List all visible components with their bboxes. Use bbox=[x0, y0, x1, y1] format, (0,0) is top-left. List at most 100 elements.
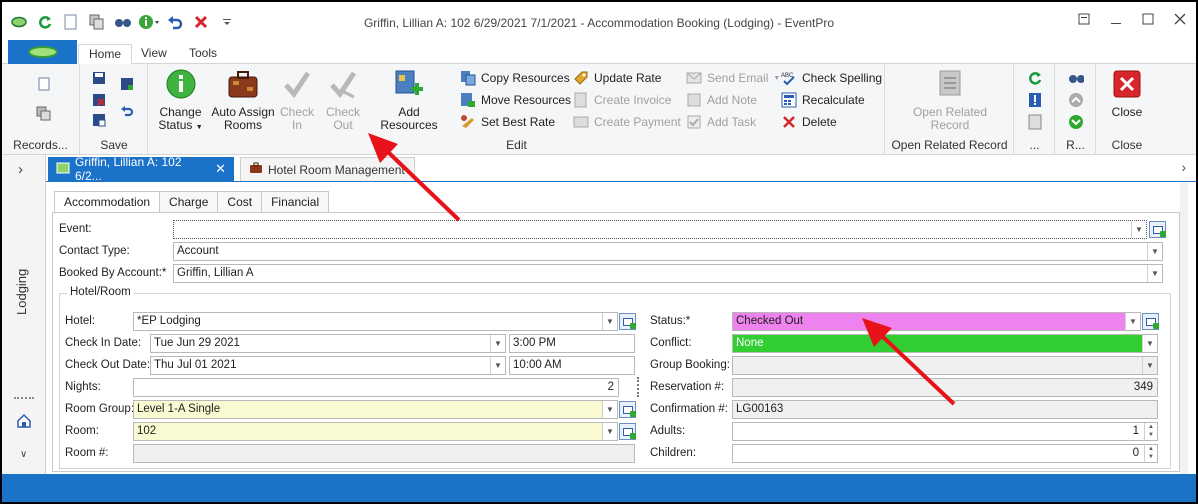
room-select[interactable]: 102 ▼ bbox=[133, 422, 618, 441]
file-menu-button[interactable] bbox=[8, 40, 77, 64]
expand-sidebar-chevron-icon[interactable]: › bbox=[18, 161, 23, 178]
add-resources-button[interactable]: Add Resources bbox=[371, 68, 447, 132]
check-out-button[interactable]: Check Out bbox=[325, 68, 361, 132]
group-booking-field[interactable]: ▼ bbox=[732, 356, 1158, 375]
delete-button[interactable]: Delete bbox=[781, 114, 837, 130]
check-in-time-field[interactable]: 3:00 PM bbox=[509, 334, 635, 353]
update-rate-button[interactable]: Update Rate bbox=[573, 70, 661, 86]
adults-stepper[interactable]: 1 ▲ ▼ bbox=[732, 422, 1158, 441]
hotel-lookup-icon[interactable] bbox=[619, 313, 636, 330]
event-field[interactable]: ▼ bbox=[173, 220, 1147, 239]
next-record-button[interactable] bbox=[1068, 114, 1084, 130]
auto-assign-line2: Rooms bbox=[223, 118, 262, 132]
add-task-button[interactable]: Add Task bbox=[686, 114, 756, 130]
recalculate-button[interactable]: Recalculate bbox=[781, 92, 865, 108]
set-best-rate-button[interactable]: Set Best Rate bbox=[460, 114, 555, 130]
contact-type-dropdown-icon[interactable]: ▼ bbox=[1147, 243, 1162, 260]
check-in-button[interactable]: Check In bbox=[279, 68, 315, 132]
children-stepper[interactable]: 0 ▲ ▼ bbox=[732, 444, 1158, 463]
close-window-icon[interactable] bbox=[1174, 12, 1186, 29]
subtab-financial[interactable]: Financial bbox=[261, 191, 330, 213]
save-new-button[interactable] bbox=[91, 112, 107, 128]
subtab-charge[interactable]: Charge bbox=[159, 191, 218, 213]
add-note-button[interactable]: Add Note bbox=[686, 92, 757, 108]
check-spelling-button[interactable]: ABC Check Spelling bbox=[781, 70, 882, 86]
vertical-scrollbar[interactable] bbox=[1180, 183, 1188, 474]
room-group-dropdown-icon[interactable]: ▼ bbox=[602, 401, 617, 418]
send-email-button[interactable]: Send Email ▼ bbox=[686, 70, 780, 86]
save-new-icon bbox=[91, 112, 107, 128]
conflict-select[interactable]: None ▼ bbox=[732, 334, 1158, 353]
hotel-dropdown-icon[interactable]: ▼ bbox=[602, 313, 617, 330]
create-invoice-button[interactable]: Create Invoice bbox=[573, 92, 671, 108]
refresh-button[interactable] bbox=[1027, 70, 1043, 86]
children-spin-icon[interactable]: ▲ ▼ bbox=[1144, 445, 1157, 462]
new-record-button[interactable] bbox=[36, 76, 52, 92]
alert-button[interactable] bbox=[1027, 92, 1043, 108]
create-payment-button[interactable]: Create Payment bbox=[573, 114, 681, 130]
close-tab-icon[interactable]: ✕ bbox=[215, 161, 226, 177]
scroll-tabs-chevron-icon[interactable]: › bbox=[1181, 159, 1186, 175]
home-icon[interactable] bbox=[16, 413, 32, 432]
sidebar: › Lodging ∨ bbox=[2, 155, 46, 474]
best-rate-icon bbox=[460, 114, 476, 130]
contact-type-select[interactable]: Account ▼ bbox=[173, 242, 1163, 261]
room-group-lookup-icon[interactable] bbox=[619, 401, 636, 418]
minimize-icon[interactable] bbox=[1110, 12, 1122, 29]
room-lookup-icon[interactable] bbox=[619, 423, 636, 440]
close-button[interactable]: Close bbox=[1109, 68, 1145, 119]
doc-tab-booking[interactable]: Griffin, Lillian A: 102 6/2... ✕ bbox=[48, 155, 234, 183]
sidebar-label-lodging[interactable]: Lodging bbox=[14, 235, 29, 315]
previous-record-button[interactable] bbox=[1068, 92, 1084, 108]
copy-record-button[interactable] bbox=[36, 106, 52, 122]
undo-changes-button[interactable] bbox=[119, 104, 135, 120]
change-status-button[interactable]: Change Status ▼ bbox=[153, 68, 208, 134]
document-button[interactable] bbox=[1027, 114, 1043, 130]
status-lookup-icon[interactable] bbox=[1142, 313, 1159, 330]
booked-by-select[interactable]: Griffin, Lillian A ▼ bbox=[173, 264, 1163, 283]
room-number-field[interactable] bbox=[133, 444, 635, 463]
save-close-button[interactable] bbox=[91, 92, 107, 108]
subtab-accommodation[interactable]: Accommodation bbox=[54, 191, 160, 214]
status-value: Checked Out bbox=[736, 315, 804, 327]
check-out-date-dropdown-icon[interactable]: ▼ bbox=[490, 357, 505, 374]
check-in-date-dropdown-icon[interactable]: ▼ bbox=[490, 335, 505, 352]
room-dropdown-icon[interactable]: ▼ bbox=[602, 423, 617, 440]
save-button[interactable] bbox=[91, 70, 107, 86]
tab-tools[interactable]: Tools bbox=[179, 44, 227, 64]
save-all-button[interactable] bbox=[119, 76, 135, 92]
sidebar-splitter[interactable] bbox=[14, 397, 34, 399]
find-button[interactable] bbox=[1068, 70, 1084, 86]
doc-tab-hotel-room-management[interactable]: Hotel Room Management bbox=[240, 157, 415, 181]
move-resources-button[interactable]: Move Resources bbox=[460, 92, 571, 108]
status-select[interactable]: Checked Out ▼ bbox=[732, 312, 1141, 331]
open-related-line2: Record bbox=[930, 118, 970, 132]
adults-spin-icon[interactable]: ▲ ▼ bbox=[1144, 423, 1157, 440]
restore-icon[interactable] bbox=[1078, 12, 1090, 29]
status-dropdown-icon[interactable]: ▼ bbox=[1125, 313, 1140, 330]
auto-assign-rooms-button[interactable]: Auto Assign Rooms bbox=[211, 68, 275, 132]
nights-field[interactable]: 2 bbox=[133, 378, 619, 397]
conflict-dropdown-icon[interactable]: ▼ bbox=[1142, 335, 1157, 352]
open-related-record-button[interactable]: Open Related Record bbox=[910, 68, 990, 132]
column-splitter[interactable] bbox=[637, 377, 641, 397]
booked-by-dropdown-icon[interactable]: ▼ bbox=[1147, 265, 1162, 282]
check-out-time-field[interactable]: 10:00 AM bbox=[509, 356, 635, 375]
tab-view[interactable]: View bbox=[131, 44, 177, 64]
copy-resources-button[interactable]: Copy Resources bbox=[460, 70, 570, 86]
sidebar-down-chevron-icon[interactable]: ∨ bbox=[20, 449, 27, 460]
subtab-cost[interactable]: Cost bbox=[217, 191, 262, 213]
tab-home[interactable]: Home bbox=[78, 44, 133, 64]
reservation-field[interactable]: 349 bbox=[732, 378, 1158, 397]
room-group-select[interactable]: Level 1-A Single ▼ bbox=[133, 400, 618, 419]
group-booking-dropdown-icon[interactable]: ▼ bbox=[1142, 357, 1157, 374]
add-resources-icon bbox=[393, 68, 425, 100]
event-dropdown-icon[interactable]: ▼ bbox=[1131, 221, 1146, 238]
check-in-date-field[interactable]: Tue Jun 29 2021 ▼ bbox=[150, 334, 506, 353]
confirmation-field[interactable]: LG00163 bbox=[732, 400, 1158, 419]
check-out-date-field[interactable]: Thu Jul 01 2021 ▼ bbox=[150, 356, 506, 375]
event-lookup-icon[interactable] bbox=[1149, 221, 1166, 238]
maximize-icon[interactable] bbox=[1142, 12, 1154, 29]
hotel-select[interactable]: *EP Lodging ▼ bbox=[133, 312, 618, 331]
ribbon-tab-bar: Home View Tools bbox=[2, 40, 1196, 64]
